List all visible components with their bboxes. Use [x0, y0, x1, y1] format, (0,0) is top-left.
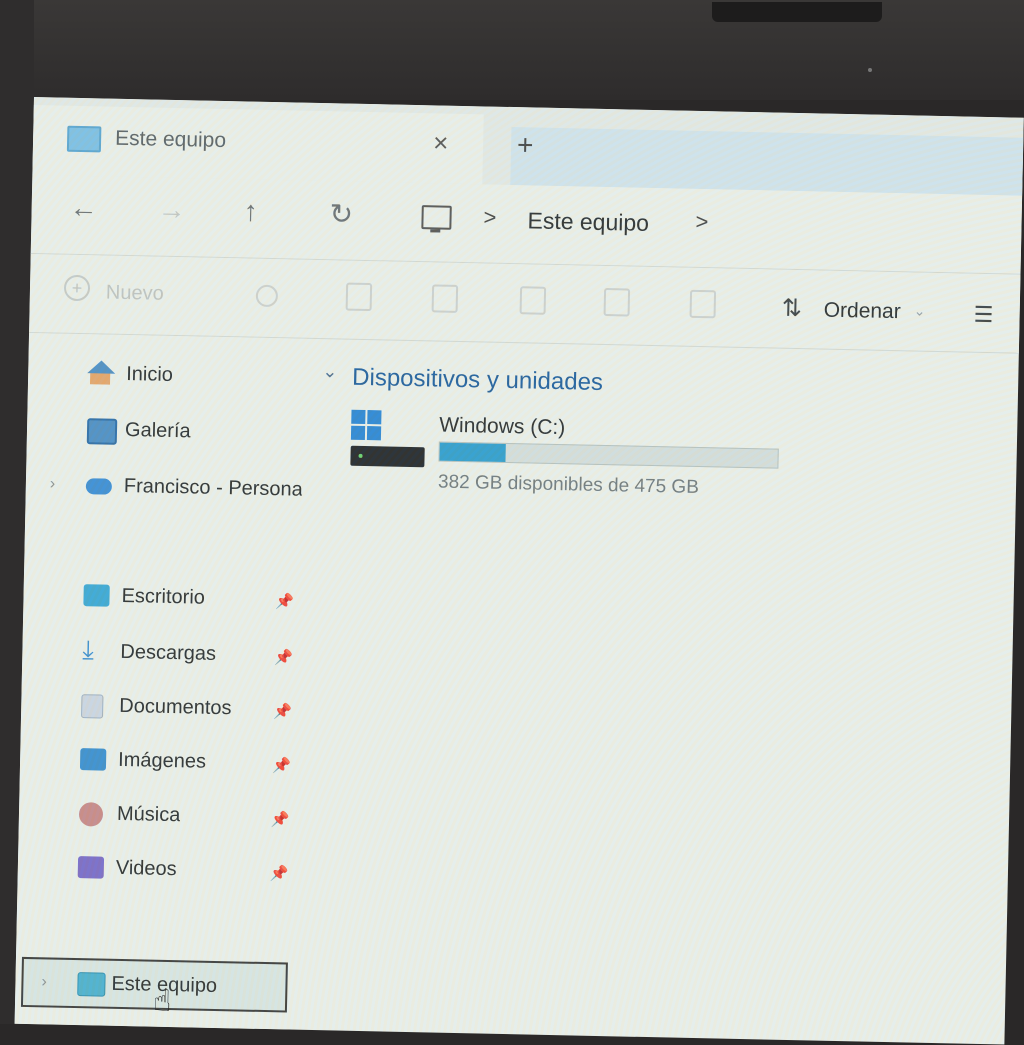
chevron-down-icon[interactable]: ⌄: [322, 361, 338, 382]
videos-icon: [77, 856, 105, 879]
new-button[interactable]: Nuevo: [106, 282, 164, 306]
sidebar-item-galeria[interactable]: Galería: [27, 409, 306, 455]
cut-icon[interactable]: [255, 284, 279, 308]
new-tab-button[interactable]: +: [517, 129, 534, 161]
home-icon: [88, 362, 114, 385]
drive-led: [358, 453, 363, 458]
sidebar-item-label: Imágenes: [117, 748, 207, 773]
sidebar-item-descargas[interactable]: ⤓ Descargas 📌: [22, 631, 301, 677]
sidebar-item-label: Escritorio: [121, 584, 206, 609]
chevron-right-icon[interactable]: ›: [41, 973, 47, 991]
sidebar-item-documentos[interactable]: Documentos 📌: [21, 685, 300, 731]
forward-button[interactable]: →: [157, 194, 186, 227]
share-icon[interactable]: [603, 287, 631, 317]
bezel-dot: [868, 68, 872, 72]
sidebar-item-videos[interactable]: Videos 📌: [17, 847, 296, 893]
windows-logo-icon: [350, 409, 382, 441]
pin-icon: 📌: [271, 757, 291, 775]
sidebar-item-escritorio[interactable]: Escritorio 📌: [23, 575, 302, 621]
tab-title: Este equipo: [114, 126, 227, 153]
close-tab-icon[interactable]: ×: [433, 127, 449, 158]
sidebar-item-onedrive[interactable]: › Francisco - Persona: [25, 465, 304, 511]
drive-free-space: 382 GB disponibles de 475 GB: [437, 471, 700, 499]
new-plus-icon: +: [63, 274, 91, 302]
copy-icon[interactable]: [345, 282, 373, 312]
sidebar-item-label: Videos: [115, 856, 177, 881]
drive-name: Windows (C:): [438, 413, 566, 440]
sidebar-item-label: Inicio: [125, 362, 174, 386]
breadcrumb-separator[interactable]: >: [483, 204, 496, 230]
back-button[interactable]: ←: [69, 192, 98, 225]
sort-icon[interactable]: ⇅: [781, 294, 802, 323]
tab-este-equipo[interactable]: Este equipo ×: [32, 104, 484, 185]
sidebar-item-inicio[interactable]: Inicio: [28, 353, 307, 399]
gallery-icon: [86, 418, 118, 445]
desktop-icon: [83, 584, 110, 607]
drive-tile-c[interactable]: Windows (C:) 382 GB disponibles de 475 G…: [346, 406, 808, 506]
rename-icon[interactable]: [519, 286, 547, 315]
sidebar-item-label: Galería: [124, 418, 191, 443]
new-tab-area: [510, 127, 1024, 196]
pin-icon: 📌: [275, 593, 295, 611]
hand-cursor-icon: ☝: [152, 984, 172, 1019]
pin-icon: 📌: [273, 703, 293, 721]
sidebar-item-musica[interactable]: Música 📌: [19, 793, 298, 839]
refresh-button[interactable]: ↻: [329, 197, 353, 230]
view-options-icon[interactable]: ☰: [973, 302, 993, 328]
pin-icon: 📌: [269, 865, 289, 883]
section-header[interactable]: Dispositivos y unidades: [352, 364, 603, 397]
pin-icon: 📌: [274, 649, 294, 667]
sidebar-item-label: Descargas: [120, 640, 217, 665]
file-explorer-window: Este equipo × + ← → ↑ ↻ > Este equipo > …: [14, 97, 1024, 1045]
onedrive-icon: [85, 478, 113, 495]
drive-usage-fill: [439, 442, 507, 462]
chevron-down-icon[interactable]: ⌄: [914, 302, 926, 319]
delete-icon[interactable]: [689, 289, 717, 319]
sort-button[interactable]: Ordenar: [823, 299, 901, 325]
drive-usage-bar: [438, 441, 779, 469]
monitor-icon[interactable]: [421, 205, 452, 230]
this-pc-icon: [66, 125, 102, 153]
sidebar-item-label: Francisco - Persona: [123, 474, 303, 501]
pin-icon: 📌: [270, 811, 290, 829]
webcam-housing: [712, 2, 882, 22]
sidebar-item-label: Documentos: [119, 694, 232, 720]
breadcrumb-current[interactable]: Este equipo: [527, 207, 649, 237]
music-icon: [78, 802, 104, 827]
sidebar-item-label: Música: [116, 802, 181, 827]
paste-icon[interactable]: [431, 284, 459, 313]
chevron-right-icon[interactable]: ›: [50, 475, 56, 493]
up-button[interactable]: ↑: [243, 195, 258, 227]
documents-icon: [81, 694, 104, 719]
navigation-pane: Inicio Galería › Francisco - Persona Esc…: [14, 332, 307, 1030]
monitor-stand: [430, 229, 441, 233]
this-pc-icon: [77, 972, 106, 997]
pictures-icon: [79, 748, 107, 771]
breadcrumb-separator[interactable]: >: [695, 209, 708, 235]
content-area: ⌄ Dispositivos y unidades Windows (C:) 3…: [295, 339, 1019, 1045]
sidebar-item-imagenes[interactable]: Imágenes 📌: [20, 739, 299, 785]
downloads-icon: ⤓: [82, 634, 95, 665]
